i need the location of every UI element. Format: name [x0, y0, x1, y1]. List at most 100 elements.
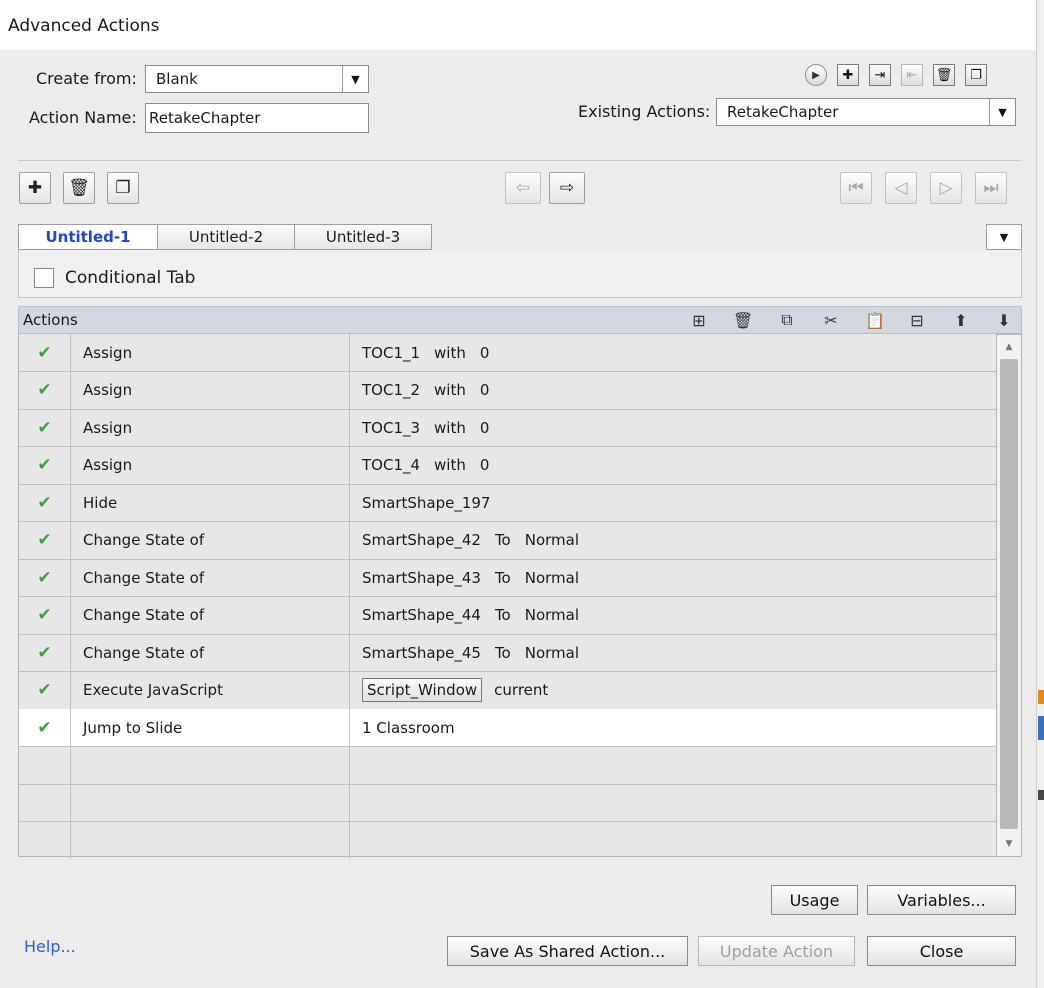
table-row[interactable]: ✔ Assign TOC1_4 with 0	[19, 446, 997, 485]
target-part: 0	[479, 456, 490, 474]
import-icon[interactable]: ⇥	[869, 64, 891, 86]
create-from-value: Blank	[156, 70, 198, 88]
target-part: To	[494, 531, 511, 549]
action-type[interactable]: Assign	[71, 446, 350, 484]
action-type[interactable]: Hide	[71, 484, 350, 521]
prev-tab-button[interactable]: ◁	[885, 172, 917, 204]
move-up-icon[interactable]: ⬆	[948, 309, 974, 331]
action-target[interactable]: TOC1_2 with 0	[350, 372, 997, 409]
checkmark-icon: ✔	[37, 455, 52, 475]
move-down-icon[interactable]: ⬇	[991, 309, 1017, 331]
add-icon[interactable]: ✚	[837, 64, 859, 86]
tab-menu-button[interactable]: ▼	[986, 224, 1022, 250]
background-window-accent	[1038, 690, 1044, 704]
usage-button[interactable]: Usage	[771, 885, 858, 915]
paste-icon[interactable]: 📋	[862, 309, 888, 331]
tab-untitled-3[interactable]: Untitled-3	[294, 224, 432, 250]
action-name-input[interactable]: RetakeChapter	[145, 103, 369, 133]
table-row[interactable]: ✔ Change State of SmartShape_43 To Normal	[19, 559, 997, 597]
target-part: Normal	[524, 606, 580, 624]
action-type[interactable]: Change State of	[71, 596, 350, 634]
action-type[interactable]: Assign	[71, 409, 350, 446]
table-row[interactable]: ✔ Change State of SmartShape_42 To Normal	[19, 521, 997, 560]
delete-row-icon[interactable]: 🗑	[730, 309, 756, 331]
chevron-down-icon: ▼	[999, 230, 1009, 244]
table-row[interactable]: ✔ Assign TOC1_2 with 0	[19, 371, 997, 410]
action-type[interactable]: Change State of	[71, 559, 350, 596]
tab-untitled-1[interactable]: Untitled-1	[18, 224, 158, 250]
variables-button[interactable]: Variables...	[867, 885, 1016, 915]
vertical-scrollbar[interactable]: ▲ ▼	[996, 334, 1022, 857]
duplicate-icon: ❐	[115, 178, 131, 198]
action-target[interactable]: Script_Window current	[350, 672, 997, 709]
action-type[interactable]: Change State of	[71, 521, 350, 559]
action-target[interactable]: TOC1_1 with 0	[350, 334, 997, 371]
insert-below-icon[interactable]: ⊟	[904, 309, 930, 331]
help-link[interactable]: Help...	[24, 937, 76, 956]
action-type[interactable]: Assign	[71, 371, 350, 409]
checkmark-icon: ✔	[37, 605, 52, 625]
scrollbar-thumb[interactable]	[1000, 359, 1018, 829]
table-row-empty[interactable]	[19, 821, 997, 859]
action-target[interactable]: TOC1_4 with 0	[350, 447, 997, 484]
tab-untitled-2[interactable]: Untitled-2	[157, 224, 295, 250]
conditional-tab-checkbox[interactable]	[34, 268, 54, 288]
last-tab-button[interactable]: ⏭	[975, 172, 1007, 204]
table-row-empty[interactable]	[19, 784, 997, 822]
target-part: SmartShape_42	[362, 531, 481, 549]
scroll-up-icon[interactable]: ▲	[997, 337, 1021, 357]
next-tab-button[interactable]: ▷	[930, 172, 962, 204]
action-target[interactable]: SmartShape_44 To Normal	[350, 597, 997, 634]
action-target[interactable]: SmartShape_43 To Normal	[350, 559, 997, 596]
table-row[interactable]: ✔ Change State of SmartShape_45 To Normal	[19, 634, 997, 672]
action-type[interactable]: Assign	[71, 334, 350, 371]
target-part: To	[494, 606, 511, 624]
action-type[interactable]: Execute JavaScript	[71, 671, 350, 709]
save-shared-action-button[interactable]: Save As Shared Action...	[447, 936, 688, 966]
table-row[interactable]: ✔ Execute JavaScript Script_Window curren…	[19, 671, 997, 710]
action-target[interactable]: 1 Classroom	[350, 709, 997, 746]
actions-table: ✔ Assign TOC1_1 with 0 ✔ Assign TOC1_2 with…	[18, 334, 997, 859]
conditional-tab-label: Conditional Tab	[65, 268, 196, 288]
update-action-button[interactable]: Update Action	[698, 936, 855, 966]
script-window-button[interactable]: Script_Window	[362, 678, 483, 702]
checkmark-icon: ✔	[37, 380, 52, 400]
action-target[interactable]: SmartShape_197	[350, 484, 997, 521]
target-part: TOC1_1	[362, 343, 421, 362]
duplicate-tab-button[interactable]: ❐	[107, 172, 139, 204]
insert-row-icon[interactable]: ⊞	[686, 309, 712, 331]
action-target[interactable]: TOC1_3 with 0	[350, 409, 997, 446]
action-name-label: Action Name:	[29, 108, 137, 127]
target-part: 0	[479, 418, 490, 437]
table-row[interactable]: ✔ Assign TOC1_1 with 0	[19, 334, 997, 372]
export-icon[interactable]: ⇤	[901, 64, 923, 86]
action-target[interactable]: SmartShape_45 To Normal	[350, 634, 997, 671]
action-target[interactable]: SmartShape_42 To Normal	[350, 522, 997, 559]
target-part: TOC1_4	[362, 456, 421, 474]
table-row-selected[interactable]: ✔ Jump to Slide 1 Classroom	[19, 709, 997, 747]
scroll-down-icon[interactable]: ▼	[997, 834, 1021, 854]
table-row[interactable]: ✔ Hide SmartShape_197	[19, 484, 997, 522]
cut-icon[interactable]: ✂	[818, 309, 844, 331]
action-type[interactable]: Change State of	[71, 634, 350, 671]
table-row[interactable]: ✔ Assign TOC1_3 with 0	[19, 409, 997, 447]
delete-tab-button[interactable]: 🗑	[63, 172, 95, 204]
delete-icon: 🗑	[68, 178, 90, 198]
delete-icon[interactable]: 🗑	[933, 64, 955, 86]
import-block-button[interactable]: ⇦	[505, 172, 541, 204]
first-icon: ⏮	[848, 178, 864, 198]
play-icon[interactable]: ▶	[805, 64, 827, 86]
create-from-dropdown[interactable]: Blank ▼	[145, 65, 369, 93]
duplicate-icon[interactable]: ❐	[965, 64, 987, 86]
export-block-button[interactable]: ⇨	[549, 172, 585, 204]
action-type[interactable]: Jump to Slide	[71, 709, 350, 746]
table-row-empty[interactable]	[19, 746, 997, 785]
copy-icon[interactable]: ⧉	[774, 309, 800, 331]
add-tab-button[interactable]: ✚	[19, 172, 51, 204]
existing-actions-dropdown[interactable]: RetakeChapter ▼	[716, 98, 1016, 126]
close-button[interactable]: Close	[867, 936, 1016, 966]
divider	[18, 160, 1021, 161]
first-tab-button[interactable]: ⏮	[840, 172, 872, 204]
table-row[interactable]: ✔ Change State of SmartShape_44 To Normal	[19, 596, 997, 635]
actions-header-label: Actions	[23, 311, 78, 329]
